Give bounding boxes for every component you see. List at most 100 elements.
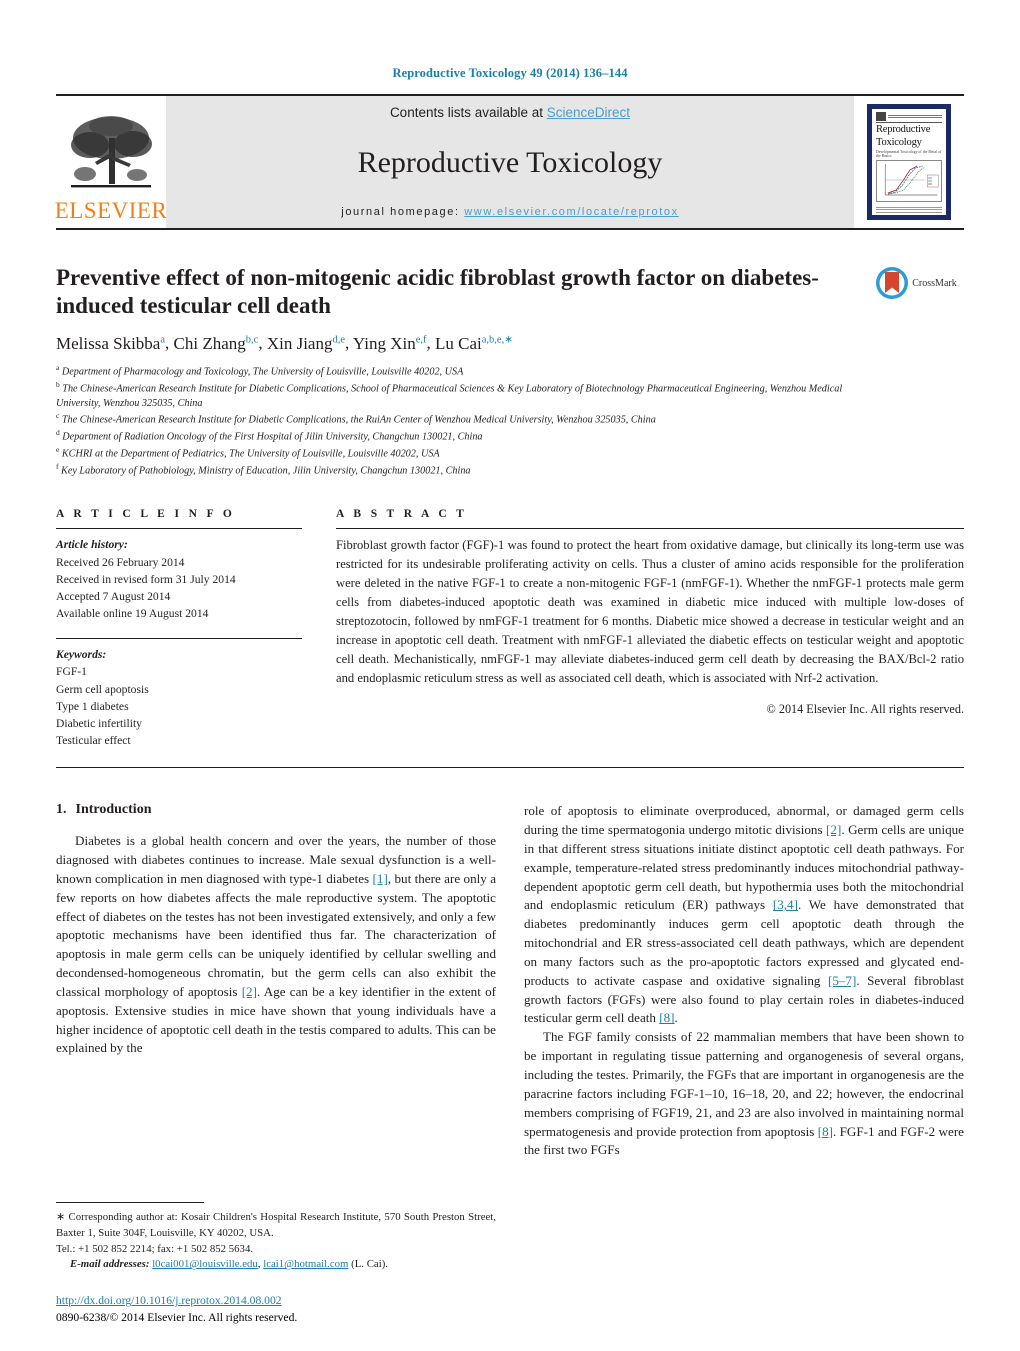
keywords-block: Keywords: FGF-1 Germ cell apoptosis Type… — [56, 646, 302, 749]
author-name: Melissa Skibba — [56, 333, 161, 353]
email-suffix: (L. Cai). — [348, 1258, 388, 1271]
citation-link[interactable]: [2] — [242, 984, 257, 999]
cover-header-lines — [888, 113, 942, 120]
author-name: Lu Cai — [435, 333, 482, 353]
keyword-item[interactable]: Germ cell apoptosis — [56, 681, 302, 698]
affiliation-text: Key Laboratory of Pathobiology, Ministry… — [61, 465, 471, 476]
affiliation-mark: e — [56, 444, 60, 454]
author-affiliation-marks: b,c — [245, 334, 259, 346]
author-separator: , — [258, 333, 267, 353]
affiliation-mark: d — [56, 427, 60, 437]
email-label: E-mail addresses: — [70, 1258, 150, 1271]
history-item: Accepted 7 August 2014 — [56, 589, 171, 603]
affiliation-mark: c — [56, 410, 60, 420]
author-entry[interactable]: Melissa Skibbaa — [56, 334, 165, 353]
author-entry[interactable]: Xin Jiangd,e — [267, 334, 345, 353]
issn-copyright-line: 0890-6238/© 2014 Elsevier Inc. All right… — [56, 1311, 298, 1325]
history-item: Received in revised form 31 July 2014 — [56, 572, 236, 586]
cover-subtitle: Developmental Toxicology of the Metal of… — [876, 150, 942, 158]
corresponding-author-text: Corresponding author at: Kosair Children… — [56, 1211, 496, 1240]
elsevier-tree-icon — [71, 116, 152, 188]
doi-link[interactable]: http://dx.doi.org/10.1016/j.reprotox.201… — [56, 1294, 282, 1307]
cover-footer-lines — [876, 205, 942, 214]
cover-chart-thumbnail — [876, 160, 942, 202]
affiliation-item: e KCHRI at the Department of Pediatrics,… — [56, 445, 850, 462]
affiliation-mark: b — [56, 379, 60, 389]
footnote-block: ∗ Corresponding author at: Kosair Childr… — [56, 1202, 496, 1273]
abstract-heading: A B S T R A C T — [336, 508, 468, 521]
article-body: 1. Introduction Diabetes is a global heal… — [56, 802, 964, 1160]
crossmark-row[interactable]: CrossMark — [875, 266, 957, 300]
paragraph: role of apoptosis to eliminate overprodu… — [524, 802, 964, 1028]
author-entry[interactable]: Chi Zhangb,c — [174, 334, 259, 353]
author-entry[interactable]: Lu Caia,b,e,∗ — [435, 334, 513, 353]
author-affiliation-marks: d,e — [332, 334, 346, 346]
affiliation-item: b The Chinese-American Research Institut… — [56, 380, 850, 411]
email-link-secondary[interactable]: lcai1@hotmail.com — [263, 1258, 348, 1270]
keyword-item[interactable]: Type 1 diabetes — [56, 698, 302, 715]
email-link-primary[interactable]: l0cai001@louisville.edu — [152, 1258, 258, 1270]
paragraph: Diabetes is a global health concern and … — [56, 832, 496, 1058]
affiliation-mark: a — [56, 362, 60, 372]
history-item: Received 26 February 2014 — [56, 555, 185, 569]
affiliation-item: d Department of Radiation Oncology of th… — [56, 428, 850, 445]
affiliation-text: Department of Radiation Oncology of the … — [62, 431, 483, 443]
citation-link[interactable]: [8] — [659, 1010, 674, 1025]
homepage-prefix: journal homepage: — [341, 206, 465, 218]
paragraph: The FGF family consists of 22 mammalian … — [524, 1028, 964, 1160]
abstract-copyright: © 2014 Elsevier Inc. All rights reserved… — [766, 701, 964, 716]
journal-cover-thumbnail[interactable]: Reproductive Toxicology Developmental To… — [867, 104, 951, 220]
footnote-star-marker: ∗ — [56, 1211, 66, 1224]
citation-link[interactable]: [1] — [373, 871, 388, 886]
masthead-center: Contents lists available at ScienceDirec… — [166, 96, 854, 228]
affiliation-item: f Key Laboratory of Pathobiology, Minist… — [56, 462, 850, 479]
cover-header — [876, 112, 942, 123]
email-line: E-mail addresses: l0cai001@louisville.ed… — [56, 1257, 496, 1273]
citation-link[interactable]: [2] — [826, 822, 841, 837]
body-column-right: role of apoptosis to eliminate overprodu… — [524, 802, 964, 1160]
corresponding-author-note: ∗ Corresponding author at: Kosair Childr… — [56, 1210, 496, 1242]
author-name: Ying Xin — [352, 333, 416, 353]
title-block: Preventive effect of non-mitogenic acidi… — [56, 264, 964, 478]
cover-badge-icon — [876, 112, 886, 121]
affiliation-text: Department of Pharmacology and Toxicolog… — [61, 366, 464, 378]
citation-link[interactable]: [8] — [818, 1124, 833, 1139]
crossmark-label: CrossMark — [912, 277, 957, 289]
author-name: Chi Zhang — [173, 333, 246, 353]
affiliation-text: The Chinese-American Research Institute … — [61, 414, 656, 426]
sciencedirect-link[interactable]: ScienceDirect — [547, 105, 630, 120]
crossmark-block[interactable]: CrossMark — [868, 264, 964, 300]
citation-link[interactable]: [5–7] — [828, 973, 856, 988]
journal-homepage-link[interactable]: www.elsevier.com/locate/reprotox — [464, 206, 678, 218]
running-head: Reproductive Toxicology 49 (2014) 136–14… — [392, 66, 628, 80]
abstract-text: Fibroblast growth factor (FGF)-1 was fou… — [336, 538, 964, 685]
author-list: Melissa Skibbaa, Chi Zhangb,c, Xin Jiang… — [56, 333, 850, 354]
divider — [56, 528, 302, 530]
paragraph-text: . — [674, 1010, 678, 1026]
abstract-column: A B S T R A C T Fibroblast growth factor… — [336, 508, 964, 749]
section-divider — [56, 767, 964, 769]
page-title: Preventive effect of non-mitogenic acidi… — [56, 265, 819, 319]
crossmark-icon[interactable] — [875, 266, 909, 300]
author-separator: , — [426, 333, 435, 353]
journal-article-page: Reproductive Toxicology 49 (2014) 136–14… — [0, 0, 1020, 1351]
keyword-item[interactable]: Diabetic infertility — [56, 715, 302, 732]
telephone-line: Tel.: +1 502 852 2214; fax: +1 502 852 5… — [56, 1242, 254, 1255]
citation-link[interactable]: [3,4] — [773, 897, 798, 912]
paragraph-text: The FGF family consists of 22 mammalian … — [524, 1029, 964, 1139]
keyword-item[interactable]: FGF-1 — [56, 663, 302, 680]
divider — [56, 638, 302, 640]
affiliation-text: The Chinese-American Research Institute … — [56, 383, 843, 409]
elsevier-logo: ELSEVIER — [55, 96, 167, 228]
cover-title-line1: Reproductive — [876, 124, 931, 135]
keyword-item[interactable]: Testicular effect — [56, 732, 302, 749]
divider — [336, 528, 964, 530]
author-affiliation-marks: a,b,e,∗ — [481, 334, 513, 346]
author-entry[interactable]: Ying Xine,f — [353, 334, 427, 353]
history-item: Available online 19 August 2014 — [56, 607, 209, 621]
journal-cover-wrap: Reproductive Toxicology Developmental To… — [854, 96, 964, 228]
info-abstract-section: A R T I C L E I N F O Article history: R… — [56, 508, 964, 749]
doi-block: http://dx.doi.org/10.1016/j.reprotox.201… — [56, 1293, 297, 1327]
title-main: Preventive effect of non-mitogenic acidi… — [56, 264, 868, 478]
affiliation-item: c The Chinese-American Research Institut… — [56, 411, 850, 428]
